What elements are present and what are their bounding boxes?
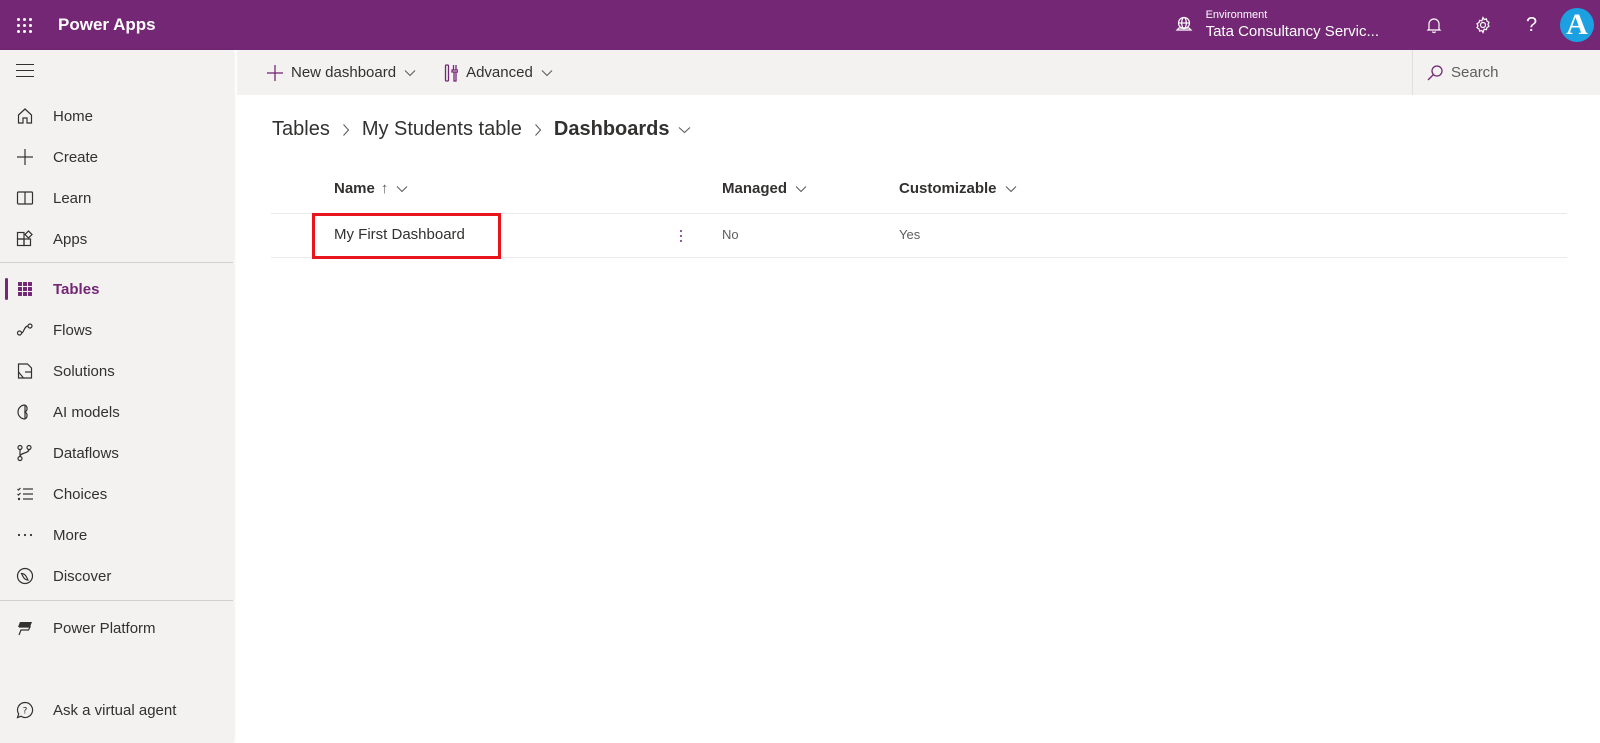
sidebar-divider	[0, 600, 233, 601]
sidebar-item-label: Ask a virtual agent	[53, 701, 177, 719]
flow-icon	[15, 320, 35, 340]
chevron-right-icon	[342, 123, 350, 137]
chevron-down-icon	[795, 185, 807, 193]
settings-button[interactable]	[1458, 0, 1507, 50]
table-row[interactable]: My First Dashboard No Yes	[271, 213, 1567, 259]
home-icon	[15, 106, 35, 126]
collapse-nav-button[interactable]	[16, 64, 34, 78]
breadcrumb-dashboards[interactable]: Dashboards	[554, 118, 670, 141]
sidebar-item-home[interactable]: Home	[0, 96, 233, 136]
dashboard-name-link[interactable]: My First Dashboard	[334, 226, 465, 243]
breadcrumb-my-students-table[interactable]: My Students table	[362, 118, 522, 141]
discover-icon	[15, 566, 35, 586]
table-icon	[15, 279, 35, 299]
active-indicator	[5, 278, 8, 300]
sidebar-item-virtual-agent[interactable]: ? Ask a virtual agent	[0, 690, 233, 730]
sidebar-item-apps[interactable]: Apps	[0, 219, 233, 259]
column-header-managed[interactable]: Managed	[722, 180, 807, 197]
globe-icon	[1175, 16, 1193, 31]
sidebar-item-label: Solutions	[53, 362, 115, 380]
column-header-customizable[interactable]: Customizable	[899, 180, 1017, 197]
waffle-icon	[16, 17, 32, 33]
sidebar-item-label: Tables	[53, 280, 100, 298]
sidebar-item-label: Apps	[53, 230, 88, 248]
new-dashboard-label: New dashboard	[291, 64, 397, 81]
svg-text:?: ?	[23, 707, 28, 717]
top-bar: Power Apps Environment Tata Consultancy …	[0, 0, 1600, 50]
sidebar-item-flows[interactable]: Flows	[0, 310, 233, 350]
apps-icon	[15, 229, 35, 249]
notifications-button[interactable]	[1409, 0, 1458, 50]
power-platform-icon	[15, 618, 35, 638]
sidebar-item-ai-models[interactable]: AI models	[0, 392, 233, 432]
new-dashboard-button[interactable]: New dashboard	[267, 64, 416, 81]
plus-icon	[267, 64, 283, 81]
help-icon: ?	[1525, 13, 1538, 36]
sidebar-item-label: Create	[53, 148, 99, 166]
sidebar-item-tables[interactable]: Tables	[0, 269, 233, 309]
solutions-icon	[15, 361, 35, 381]
environment-picker[interactable]: Environment Tata Consultancy Servic...	[1174, 9, 1379, 41]
advanced-button[interactable]: Advanced	[444, 63, 553, 82]
sidebar-item-solutions[interactable]: Solutions	[0, 351, 233, 391]
column-header-name[interactable]: Name ↑	[334, 180, 408, 197]
breadcrumb-tables[interactable]: Tables	[272, 118, 330, 141]
app-title[interactable]: Power Apps	[58, 15, 156, 35]
command-bar: New dashboard Advanced Search	[237, 50, 1600, 95]
ai-models-icon	[15, 402, 35, 422]
sidebar-item-power-platform[interactable]: Power Platform	[0, 608, 233, 648]
plus-icon	[15, 147, 35, 167]
sidebar: Home Create Learn Apps Tables Flows Solu…	[0, 50, 233, 743]
sidebar-item-create[interactable]: Create	[0, 137, 233, 177]
sidebar-item-label: More	[53, 526, 88, 544]
managed-value: No	[722, 227, 739, 242]
sidebar-item-label: Choices	[53, 485, 108, 503]
environment-label: Environment	[1205, 9, 1268, 21]
sidebar-item-label: Flows	[53, 321, 93, 339]
sidebar-item-learn[interactable]: Learn	[0, 178, 233, 218]
app-launcher-button[interactable]	[0, 0, 48, 50]
help-button[interactable]: ?	[1507, 0, 1556, 50]
sidebar-item-choices[interactable]: Choices	[0, 474, 233, 514]
column-label: Managed	[722, 180, 788, 197]
sidebar-item-label: AI models	[53, 403, 120, 421]
sidebar-item-label: Discover	[53, 567, 112, 585]
sidebar-item-label: Learn	[53, 189, 92, 207]
virtual-agent-icon: ?	[15, 700, 35, 720]
choices-icon	[15, 484, 35, 504]
sidebar-item-more[interactable]: More	[0, 515, 233, 555]
sidebar-item-dataflows[interactable]: Dataflows	[0, 433, 233, 473]
sidebar-item-label: Power Platform	[53, 619, 156, 637]
sidebar-item-discover[interactable]: Discover	[0, 556, 233, 596]
gear-icon	[1475, 16, 1490, 34]
sort-ascending-icon: ↑	[380, 180, 389, 197]
dataflows-icon	[15, 443, 35, 463]
chevron-down-icon	[396, 185, 408, 193]
chevron-right-icon	[534, 123, 542, 137]
sidebar-item-label: Dataflows	[53, 444, 119, 462]
sidebar-item-label: Home	[53, 107, 94, 125]
chevron-down-icon	[1005, 185, 1017, 193]
more-options-button[interactable]	[676, 226, 686, 246]
search-icon	[1427, 64, 1443, 81]
avatar[interactable]: A	[1560, 8, 1594, 42]
environment-name: Tata Consultancy Servic...	[1205, 23, 1379, 40]
search-placeholder: Search	[1451, 64, 1499, 81]
customizable-value: Yes	[899, 227, 921, 242]
breadcrumb: Tables My Students table Dashboards	[272, 118, 691, 141]
column-label: Customizable	[899, 180, 997, 197]
advanced-label: Advanced	[466, 64, 533, 81]
table-header: Name ↑ Managed Customizable	[271, 168, 1567, 214]
sidebar-divider	[0, 262, 233, 263]
more-icon	[15, 525, 35, 545]
column-label: Name	[334, 180, 375, 197]
bell-icon	[1426, 18, 1441, 34]
search-input[interactable]: Search	[1412, 50, 1600, 95]
chevron-down-icon	[541, 69, 553, 77]
chevron-down-icon	[404, 69, 416, 77]
dashboards-table: Name ↑ Managed Customizable My First Das…	[271, 168, 1567, 259]
book-icon	[15, 188, 35, 208]
chevron-down-icon[interactable]	[678, 126, 691, 134]
tools-icon	[444, 63, 459, 82]
